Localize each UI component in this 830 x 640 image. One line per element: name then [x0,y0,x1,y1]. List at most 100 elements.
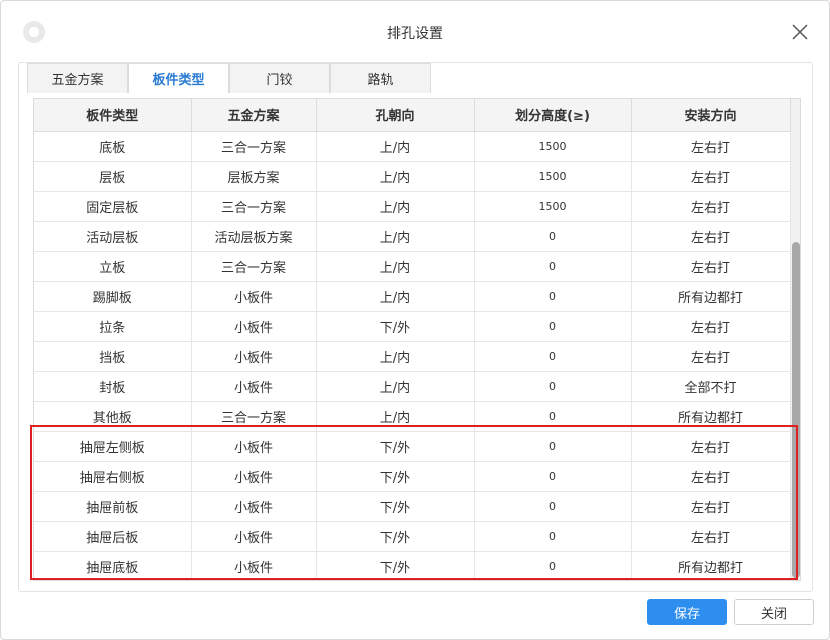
table-cell[interactable]: 左右打 [631,251,791,282]
table-cell[interactable]: 上/内 [316,371,475,402]
table-cell[interactable]: 下/外 [316,521,475,552]
table-row[interactable]: 拉条 小板件 下/外 0 左右打 [34,311,791,342]
close-button[interactable]: 关闭 [734,599,814,625]
table-cell[interactable]: 层板 [34,161,192,192]
column-header[interactable]: 五金方案 [191,99,317,132]
tab-hinge[interactable]: 门铰 [229,63,330,93]
table-cell[interactable]: 上/内 [316,191,475,222]
table-row[interactable]: 抽屉后板 小板件 下/外 0 左右打 [34,521,791,552]
table-cell[interactable]: 0 [474,461,632,492]
table-cell[interactable]: 层板方案 [191,161,317,192]
table-cell[interactable]: 所有边都打 [631,551,791,580]
column-header[interactable]: 安装方向 [631,99,791,132]
table-row[interactable]: 底板 三合一方案 上/内 1500 左右打 [34,131,791,162]
table-cell[interactable]: 0 [474,281,632,312]
table-cell[interactable]: 上/内 [316,251,475,282]
vertical-scrollbar[interactable] [791,99,800,580]
tab-hardware-scheme[interactable]: 五金方案 [27,63,128,93]
tab-board-type[interactable]: 板件类型 [128,63,229,93]
table-cell[interactable]: 下/外 [316,311,475,342]
table-cell[interactable]: 左右打 [631,221,791,252]
table-cell[interactable]: 1500 [474,131,632,162]
column-header[interactable]: 划分高度(≥) [474,99,632,132]
table-cell[interactable]: 左右打 [631,311,791,342]
table-cell[interactable]: 左右打 [631,191,791,222]
table-cell[interactable]: 封板 [34,371,192,402]
table-row[interactable]: 封板 小板件 上/内 0 全部不打 [34,371,791,402]
table-cell[interactable]: 立板 [34,251,192,282]
table-cell[interactable]: 小板件 [191,551,317,580]
table-cell[interactable]: 0 [474,401,632,432]
table-cell[interactable]: 三合一方案 [191,191,317,222]
table-cell[interactable]: 上/内 [316,161,475,192]
table-cell[interactable]: 0 [474,221,632,252]
table-cell[interactable]: 三合一方案 [191,131,317,162]
table-cell[interactable]: 下/外 [316,461,475,492]
table-cell[interactable]: 三合一方案 [191,251,317,282]
table-cell[interactable]: 上/内 [316,131,475,162]
table-cell[interactable]: 所有边都打 [631,401,791,432]
table-cell[interactable]: 0 [474,521,632,552]
close-icon[interactable] [791,23,813,45]
table-row[interactable]: 抽屉右侧板 小板件 下/外 0 左右打 [34,461,791,492]
table-cell[interactable]: 左右打 [631,461,791,492]
table-cell[interactable]: 活动层板 [34,221,192,252]
table-cell[interactable]: 其他板 [34,401,192,432]
table-cell[interactable]: 小板件 [191,371,317,402]
table-cell[interactable]: 抽屉后板 [34,521,192,552]
table-cell[interactable]: 小板件 [191,491,317,522]
table-row[interactable]: 层板 层板方案 上/内 1500 左右打 [34,161,791,192]
table-cell[interactable]: 0 [474,251,632,282]
save-button[interactable]: 保存 [647,599,727,625]
table-row[interactable]: 挡板 小板件 上/内 0 左右打 [34,341,791,372]
table-cell[interactable]: 小板件 [191,431,317,462]
table-cell[interactable]: 抽屉左侧板 [34,431,192,462]
table-cell[interactable]: 0 [474,431,632,462]
table-row[interactable]: 抽屉左侧板 小板件 下/外 0 左右打 [34,431,791,462]
table-cell[interactable]: 踢脚板 [34,281,192,312]
table-cell[interactable]: 0 [474,311,632,342]
table-cell[interactable]: 左右打 [631,431,791,462]
table-cell[interactable]: 抽屉右侧板 [34,461,192,492]
table-cell[interactable]: 上/内 [316,221,475,252]
table-cell[interactable]: 0 [474,491,632,522]
table-cell[interactable]: 小板件 [191,281,317,312]
table-cell[interactable]: 1500 [474,191,632,222]
table-cell[interactable]: 小板件 [191,521,317,552]
table-cell[interactable]: 左右打 [631,341,791,372]
table-cell[interactable]: 上/内 [316,281,475,312]
table-cell[interactable]: 小板件 [191,341,317,372]
table-cell[interactable]: 0 [474,341,632,372]
table-row[interactable]: 活动层板 活动层板方案 上/内 0 左右打 [34,221,791,252]
table-cell[interactable]: 挡板 [34,341,192,372]
table-cell[interactable]: 所有边都打 [631,281,791,312]
scrollbar-thumb[interactable] [792,242,800,578]
table-row[interactable]: 其他板 三合一方案 上/内 0 所有边都打 [34,401,791,432]
table-row[interactable]: 立板 三合一方案 上/内 0 左右打 [34,251,791,282]
table-cell[interactable]: 左右打 [631,521,791,552]
table-cell[interactable]: 三合一方案 [191,401,317,432]
table-cell[interactable]: 全部不打 [631,371,791,402]
table-cell[interactable]: 左右打 [631,131,791,162]
table-cell[interactable]: 拉条 [34,311,192,342]
table-cell[interactable]: 下/外 [316,431,475,462]
table-cell[interactable]: 0 [474,551,632,580]
table-cell[interactable]: 0 [474,371,632,402]
table-cell[interactable]: 上/内 [316,341,475,372]
table-cell[interactable]: 下/外 [316,491,475,522]
table-cell[interactable]: 上/内 [316,401,475,432]
table-cell[interactable]: 左右打 [631,161,791,192]
table-cell[interactable]: 小板件 [191,461,317,492]
table-cell[interactable]: 底板 [34,131,192,162]
table-cell[interactable]: 抽屉前板 [34,491,192,522]
table-row[interactable]: 抽屉前板 小板件 下/外 0 左右打 [34,491,791,522]
table-row[interactable]: 踢脚板 小板件 上/内 0 所有边都打 [34,281,791,312]
table-cell[interactable]: 左右打 [631,491,791,522]
table-row[interactable]: 抽屉底板 小板件 下/外 0 所有边都打 [34,551,791,580]
column-header[interactable]: 板件类型 [34,99,192,132]
tab-rail[interactable]: 路轨 [330,63,431,93]
table-cell[interactable]: 活动层板方案 [191,221,317,252]
table-cell[interactable]: 抽屉底板 [34,551,192,580]
table-cell[interactable]: 1500 [474,161,632,192]
table-row[interactable]: 固定层板 三合一方案 上/内 1500 左右打 [34,191,791,222]
